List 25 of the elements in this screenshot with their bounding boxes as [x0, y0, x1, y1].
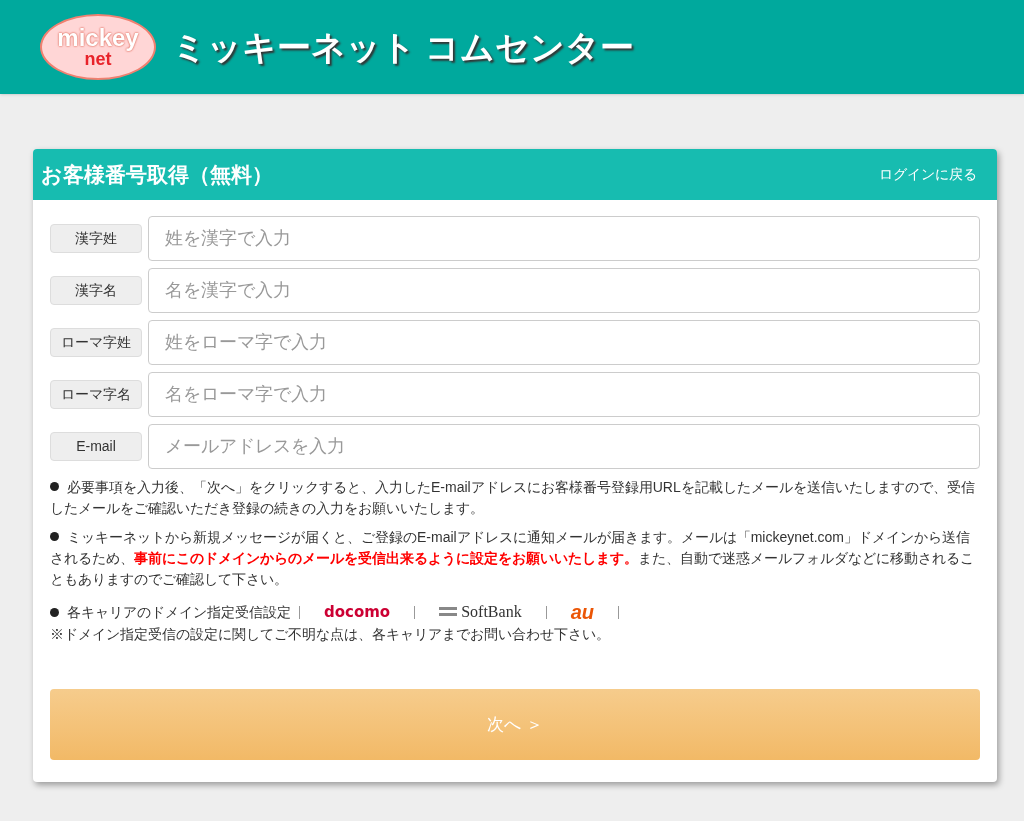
- field-label: 漢字名: [50, 276, 142, 305]
- carrier-link[interactable]: docomo: [308, 600, 407, 624]
- carrier-link[interactable]: SoftBank: [423, 600, 538, 624]
- input-field[interactable]: 姓をローマ字で入力: [148, 320, 980, 365]
- bars-icon: [439, 607, 458, 617]
- input-field[interactable]: 名をローマ字で入力: [148, 372, 980, 417]
- field-label: ローマ字名: [50, 380, 142, 409]
- input-field[interactable]: 姓を漢字で入力: [148, 216, 980, 261]
- field-label: ローマ字姓: [50, 328, 142, 357]
- carrier-link[interactable]: au: [554, 602, 610, 622]
- bullet-icon: [50, 532, 59, 541]
- carrier-label: 各キャリアのドメイン指定受信設定: [67, 602, 291, 622]
- input-field[interactable]: メールアドレスを入力: [148, 424, 980, 469]
- bullet-icon: [50, 482, 59, 491]
- input-field[interactable]: 名を漢字で入力: [148, 268, 980, 313]
- carrier-note: ※ドメイン指定受信の設定に関してご不明な点は、各キャリアまでお問い合わせ下さい。: [50, 625, 611, 644]
- field-label: 漢字姓: [50, 224, 142, 253]
- notice-text: 必要事項を入力後、「次へ」をクリックすると、入力したE-mailアドレスにお客様番号登録用URLを記載したメールを送信いたしますので、受信したメールをご確認いただき登録の続きの入力をお願いいたします。: [50, 478, 976, 518]
- site-title: ミッキーネット コムセンター: [172, 26, 635, 68]
- card-title: お客様番号取得（無料）: [41, 161, 273, 188]
- back-to-login-link[interactable]: ログインに戻る: [879, 164, 977, 185]
- notice-text: ミッキーネットから新規メッセージが届くと、ご登録のE-mailアドレスに通知メールが届きます。メールは「mickeynet.com」ドメインから送信されるため、事前にこのドメインからのメールを受信出来るように設定をお願いいたします。また、自動で迷惑メールフォルダなどに移動されることもありますのでご確認して下さい。: [50, 528, 975, 589]
- logo-text: net: [84, 50, 112, 68]
- bullet-icon: [50, 607, 59, 617]
- field-label: E-mail: [50, 432, 142, 461]
